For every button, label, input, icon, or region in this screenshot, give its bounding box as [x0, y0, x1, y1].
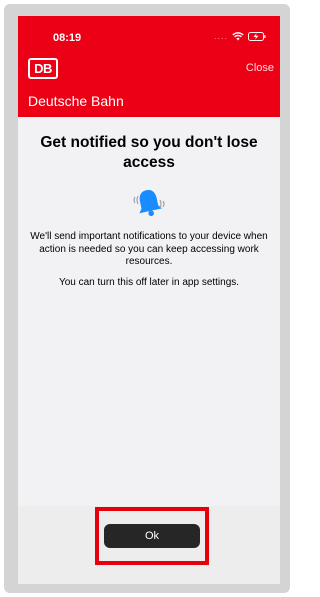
app-header: 08:19 .... DB Close Deutsche Bahn: [18, 16, 280, 117]
status-time: 08:19: [53, 32, 82, 44]
signal-dots: ....: [213, 31, 228, 41]
organization-name: Deutsche Bahn: [28, 93, 124, 109]
db-logo: DB: [28, 58, 58, 79]
prompt-hint: You can turn this off later in app setti…: [58, 276, 240, 288]
wifi-icon: [232, 31, 244, 41]
close-button[interactable]: Close: [246, 62, 274, 74]
prompt-body: We'll send important notifications to yo…: [30, 231, 268, 267]
status-icons: ....: [214, 31, 266, 41]
prompt-title: Get notified so you don't lose access: [40, 134, 258, 171]
bell-icon: [129, 185, 169, 221]
ok-button[interactable]: Ok: [104, 524, 200, 548]
battery-charging-icon: [248, 31, 266, 41]
notification-prompt: Get notified so you don't lose access We…: [18, 117, 280, 289]
phone-screen: 08:19 .... DB Close Deutsche Bahn Get no…: [18, 16, 280, 584]
